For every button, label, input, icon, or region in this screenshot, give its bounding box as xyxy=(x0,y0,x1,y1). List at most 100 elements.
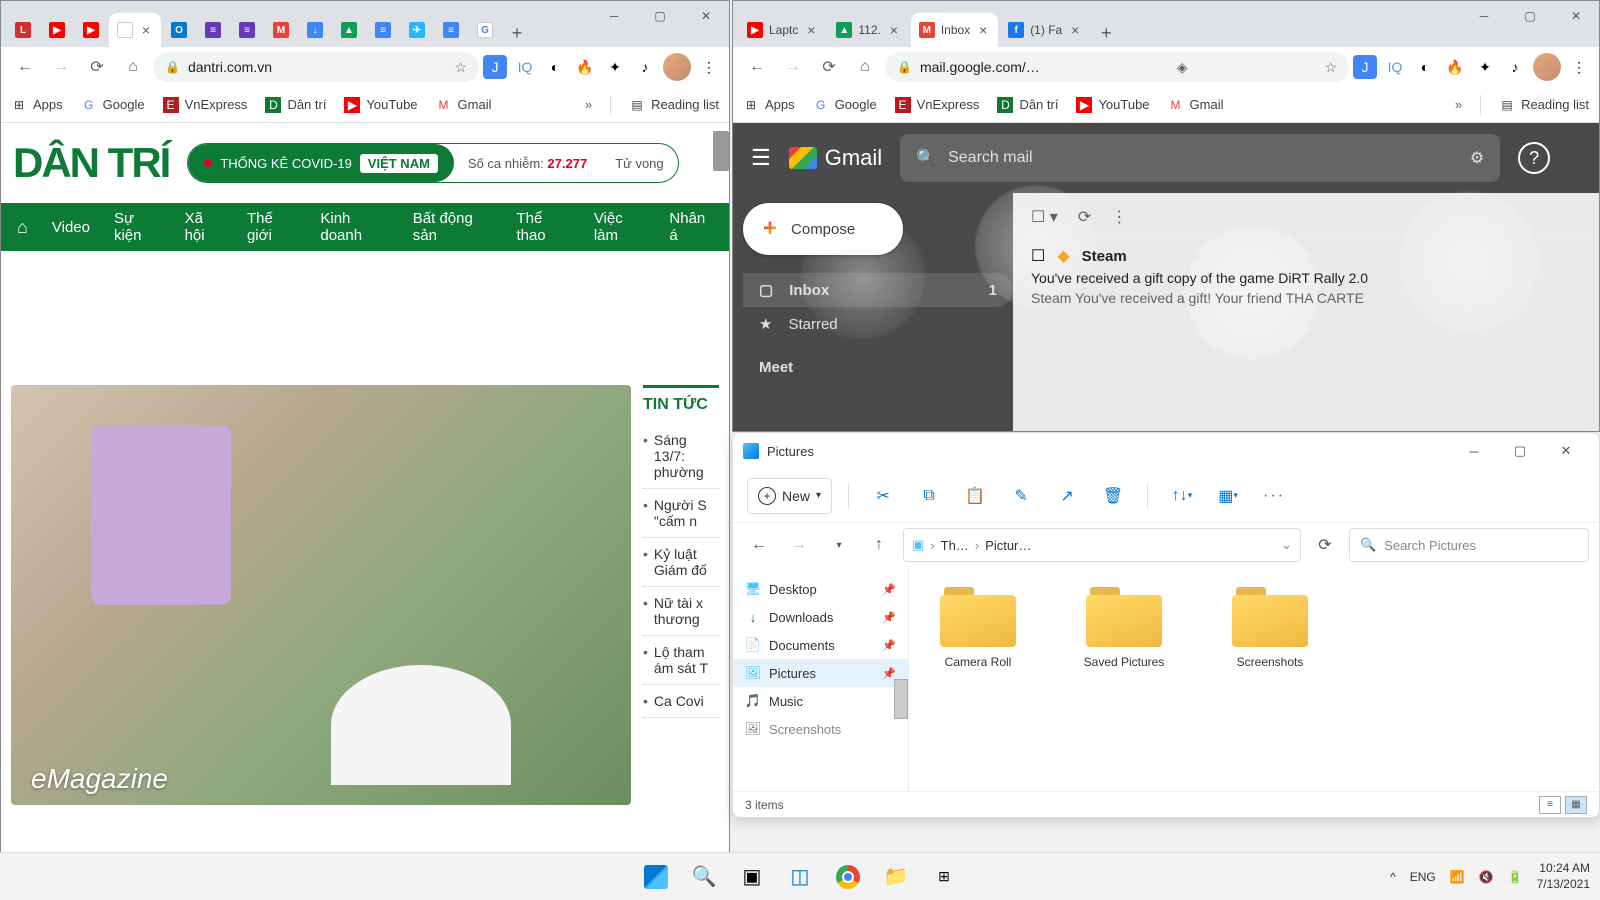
more-button[interactable]: ··· xyxy=(1256,478,1292,514)
bookmark-item[interactable]: ▶YouTube xyxy=(1076,97,1149,113)
battery-icon[interactable]: 🔋 xyxy=(1508,870,1523,884)
tab[interactable]: G xyxy=(469,13,501,47)
extension-icon[interactable]: 🔥 xyxy=(1443,55,1467,79)
close-icon[interactable]: × xyxy=(976,23,990,37)
maximize-button[interactable]: ▢ xyxy=(637,1,683,31)
view-icon[interactable]: ▦ ▾ xyxy=(1210,478,1246,514)
news-link[interactable]: Kỷ luật Giám đố xyxy=(643,538,719,587)
forward-button[interactable]: → xyxy=(45,51,77,83)
profile-avatar[interactable] xyxy=(1533,53,1561,81)
cut-icon[interactable]: ✂ xyxy=(865,478,901,514)
home-button[interactable]: ⌂ xyxy=(117,51,149,83)
new-button[interactable]: +New▾ xyxy=(747,478,832,514)
menu-icon[interactable]: ☰ xyxy=(751,145,771,171)
reload-button[interactable]: ⟳ xyxy=(813,51,845,83)
delete-icon[interactable]: 🗑 xyxy=(1095,478,1131,514)
volume-icon[interactable]: 🔇 xyxy=(1479,870,1494,884)
nav-item[interactable]: Kinh doanh xyxy=(320,210,388,244)
path-segment[interactable]: Th… xyxy=(941,538,969,553)
tray-chevron-icon[interactable]: ^ xyxy=(1390,870,1396,884)
bookmark-apps[interactable]: ⊞Apps xyxy=(743,97,795,113)
extension-icon[interactable]: J xyxy=(483,55,507,79)
tab[interactable]: ↓ xyxy=(299,13,331,47)
bookmark-item[interactable]: DDân trí xyxy=(997,97,1058,113)
close-icon[interactable]: × xyxy=(139,23,153,37)
tab[interactable]: ≡ xyxy=(367,13,399,47)
bookmark-item[interactable]: GGoogle xyxy=(813,97,877,113)
bookmark-item[interactable]: MGmail xyxy=(1168,97,1224,113)
mail-row[interactable]: ☐ ◆ Steam You've received a gift copy of… xyxy=(1013,235,1599,316)
media-icon[interactable]: ♪ xyxy=(1503,55,1527,79)
share-icon[interactable]: ↗ xyxy=(1049,478,1085,514)
new-tab-button[interactable]: + xyxy=(503,19,531,47)
tab[interactable]: ▶ xyxy=(41,13,73,47)
site-logo[interactable]: DÂN TRÍ xyxy=(13,139,169,187)
minimize-button[interactable]: ─ xyxy=(1461,1,1507,31)
nav-item[interactable]: Thế giới xyxy=(247,210,296,244)
widgets-button[interactable]: ◫ xyxy=(780,857,820,897)
close-icon[interactable]: × xyxy=(804,23,818,37)
maximize-button[interactable]: ▢ xyxy=(1507,1,1553,31)
maximize-button[interactable]: ▢ xyxy=(1497,436,1543,466)
file-area[interactable]: Camera Roll Saved Pictures Screenshots xyxy=(909,567,1599,791)
bookmark-item[interactable]: EVnExpress xyxy=(895,97,980,113)
bookmarks-overflow[interactable]: » xyxy=(585,97,592,112)
nav-music[interactable]: 🎵Music xyxy=(733,687,908,715)
app-button[interactable]: ⊞ xyxy=(924,857,964,897)
sidebar-item-inbox[interactable]: ▢ Inbox 1 xyxy=(743,273,1013,307)
reading-list-button[interactable]: ▤Reading list xyxy=(629,97,719,113)
icons-view-button[interactable]: ▦ xyxy=(1565,796,1587,814)
refresh-icon[interactable]: ⟳ xyxy=(1078,207,1091,227)
copy-icon[interactable]: ⧉ xyxy=(911,478,947,514)
forward-button[interactable]: → xyxy=(783,529,815,561)
wifi-icon[interactable]: 📶 xyxy=(1450,870,1465,884)
sort-icon[interactable]: ↑↓ ▾ xyxy=(1164,478,1200,514)
minimize-button[interactable]: ─ xyxy=(1451,436,1497,466)
bookmark-item[interactable]: EVnExpress xyxy=(163,97,248,113)
up-button[interactable]: ↑ xyxy=(863,529,895,561)
search-button[interactable]: 🔍 xyxy=(684,857,724,897)
mail-checkbox[interactable]: ☐ xyxy=(1031,246,1045,266)
tab[interactable]: f(1) Fa× xyxy=(1000,13,1090,47)
news-link[interactable]: Lộ tham ám sát T xyxy=(643,636,719,685)
folder-item[interactable]: Screenshots xyxy=(1215,587,1325,669)
extensions-button[interactable]: ✦ xyxy=(603,55,627,79)
tab[interactable]: L xyxy=(7,13,39,47)
extension-icon[interactable]: IQ xyxy=(1383,55,1407,79)
task-view-button[interactable]: ▣ xyxy=(732,857,772,897)
start-button[interactable] xyxy=(636,857,676,897)
extension-icon[interactable]: ◐ xyxy=(1413,55,1437,79)
language-indicator[interactable]: ENG xyxy=(1410,870,1436,884)
search-options-icon[interactable]: ⚙ xyxy=(1470,148,1484,168)
url-input[interactable]: 🔒 dantri.com.vn ☆ xyxy=(153,52,479,82)
sidebar-item-starred[interactable]: ★ Starred xyxy=(743,307,1013,341)
extension-icon[interactable]: ◐ xyxy=(543,55,567,79)
tab-active[interactable]: MInbox× xyxy=(911,13,998,47)
home-button[interactable]: ⌂ xyxy=(849,51,881,83)
hero-image[interactable]: eMagazine xyxy=(11,385,631,805)
tab[interactable]: ▶ xyxy=(75,13,107,47)
search-input[interactable]: 🔍 Search mail ⚙ xyxy=(900,134,1500,182)
tab[interactable]: ≡ xyxy=(197,13,229,47)
extension-icon[interactable]: J xyxy=(1353,55,1377,79)
more-icon[interactable]: ⋮ xyxy=(1111,207,1127,227)
explorer-button[interactable]: 📁 xyxy=(876,857,916,897)
compose-button[interactable]: + Compose xyxy=(743,203,903,255)
tab[interactable]: ✈ xyxy=(401,13,433,47)
minimize-button[interactable]: ─ xyxy=(591,1,637,31)
close-icon[interactable]: × xyxy=(1068,23,1082,37)
scrollbar-thumb[interactable] xyxy=(894,679,908,719)
nav-pictures[interactable]: 🖼Pictures📌 xyxy=(733,659,908,687)
bookmark-item[interactable]: DDân trí xyxy=(265,97,326,113)
extension-icon[interactable]: 🔥 xyxy=(573,55,597,79)
tab[interactable]: ▲ xyxy=(333,13,365,47)
tab[interactable]: O xyxy=(163,13,195,47)
nav-item[interactable]: Bất động sản xyxy=(413,210,493,244)
new-tab-button[interactable]: + xyxy=(1092,19,1120,47)
bookmark-item[interactable]: MGmail xyxy=(436,97,492,113)
select-checkbox[interactable]: ☐ ▾ xyxy=(1031,207,1058,227)
news-link[interactable]: Người S "cấm n xyxy=(643,489,719,538)
path-segment[interactable]: Pictur… xyxy=(985,538,1031,553)
back-button[interactable]: ← xyxy=(741,51,773,83)
close-button[interactable]: ✕ xyxy=(1543,436,1589,466)
